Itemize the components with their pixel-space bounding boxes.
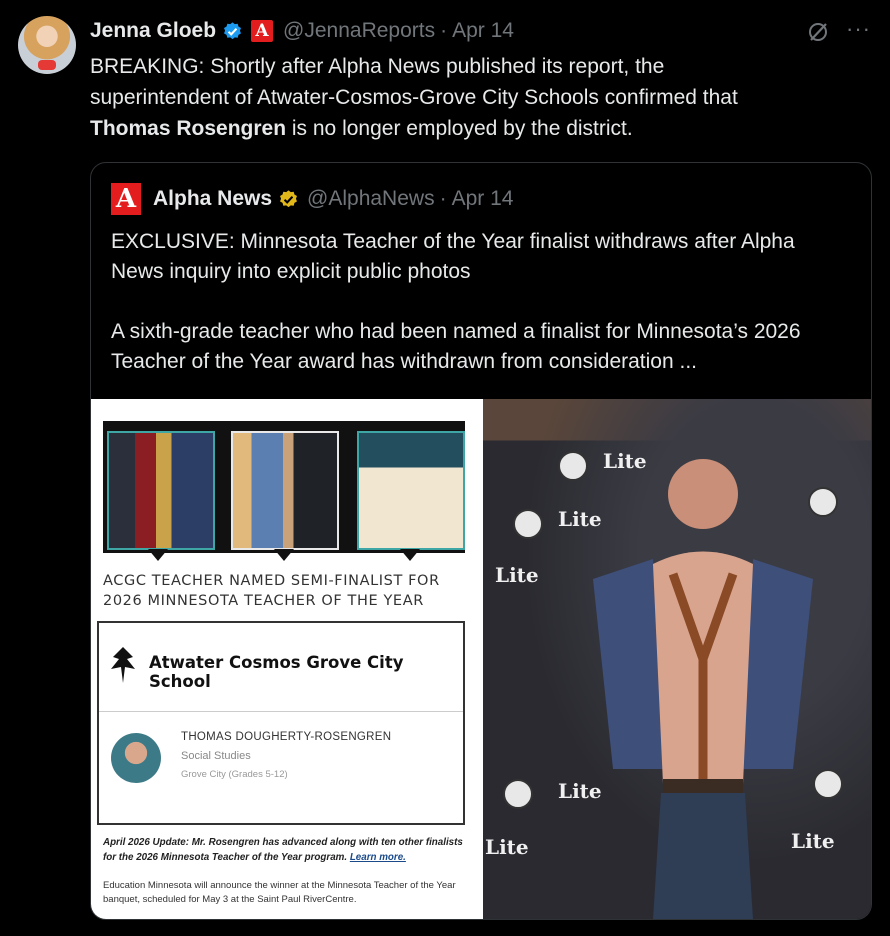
bolt-logo-icon <box>513 509 543 539</box>
photo-costume-reading <box>107 431 215 550</box>
bolt-logo-icon <box>503 779 533 809</box>
teacher-avatar <box>111 733 161 783</box>
article-headline: ACGC TEACHER NAMED SEMI-FINALIST FOR 202… <box>103 573 440 609</box>
quote-paragraph-1: EXCLUSIVE: Minnesota Teacher of the Year… <box>111 230 795 283</box>
learn-more-link: Learn more. <box>349 852 406 863</box>
school-crest-icon <box>111 647 135 683</box>
quote-author-handle[interactable]: @AlphaNews <box>307 187 435 211</box>
verified-badge-icon <box>222 21 243 42</box>
tweet-line-1: BREAKING: Shortly after Alpha News publi… <box>90 55 665 78</box>
teacher-card: Atwater Cosmos Grove City School THOMAS … <box>97 621 465 825</box>
alpha-news-logo-icon: A <box>111 183 141 215</box>
tweet-text: BREAKING: Shortly after Alpha News publi… <box>90 51 860 144</box>
tweet-line-3-rest: is no longer employed by the district. <box>286 117 633 140</box>
sponsor-text: Lite <box>485 835 529 859</box>
update-note: April 2026 Update: Mr. Rosengren has adv… <box>103 835 473 865</box>
separator-dot: · <box>440 19 448 42</box>
quote-paragraph-2: A sixth-grade teacher who had been named… <box>111 320 801 373</box>
update-text: April 2026 Update: Mr. Rosengren has adv… <box>103 837 463 863</box>
quoted-tweet-card[interactable]: A Alpha News @AlphaNews · Apr 14 EXCLUSI… <box>90 162 872 920</box>
media-image-article[interactable]: ACGC TEACHER NAMED SEMI-FINALIST FOR 202… <box>91 399 483 919</box>
media-image-stage-photo[interactable]: Lite Lite Lite Lite Lite Lite <box>483 399 871 919</box>
teacher-location: Grove City (Grades 5-12) <box>181 769 288 780</box>
grok-icon[interactable] <box>806 20 830 44</box>
author-name[interactable]: Jenna Gloeb <box>90 19 216 43</box>
photo-classroom <box>357 431 465 550</box>
photo-pointer <box>148 549 168 561</box>
bolt-logo-icon <box>558 451 588 481</box>
gold-verified-badge-icon <box>278 189 299 210</box>
tweet-header: Jenna Gloeb A @JennaReports · Apr 14 <box>90 16 514 46</box>
bolt-logo-icon <box>813 769 843 799</box>
photo-pointer <box>274 549 294 561</box>
tweet-line-2: superintendent of Atwater-Cosmos-Grove C… <box>90 86 738 109</box>
sponsor-text: Lite <box>495 563 539 587</box>
teacher-name: THOMAS DOUGHERTY-ROSENGREN <box>181 731 392 743</box>
announcement-text: Education Minnesota will announce the wi… <box>103 880 456 905</box>
more-options-icon[interactable]: ··· <box>846 16 871 42</box>
photo-two-teachers <box>231 431 339 550</box>
tweet-date[interactable]: Apr 14 <box>452 19 514 43</box>
affiliation-logo-icon[interactable]: A <box>251 20 274 42</box>
tweet-bold-name: Thomas Rosengren <box>90 117 287 140</box>
photo-pointer <box>400 549 420 561</box>
author-handle[interactable]: @JennaReports <box>283 19 435 43</box>
quote-author-name[interactable]: Alpha News <box>153 187 272 211</box>
school-name: Atwater Cosmos Grove City School <box>149 653 404 691</box>
tweet-line-3: Thomas Rosengren is no longer employed b… <box>90 113 860 144</box>
quote-header: A Alpha News @AlphaNews · Apr 14 <box>111 183 513 215</box>
quote-text: EXCLUSIVE: Minnesota Teacher of the Year… <box>111 227 841 377</box>
author-avatar[interactable] <box>18 16 76 74</box>
teacher-department: Social Studies <box>181 750 251 762</box>
quote-separator-dot: · <box>439 187 447 210</box>
photo-strip <box>103 421 465 561</box>
quote-date[interactable]: Apr 14 <box>452 187 514 211</box>
performer-figure <box>593 459 813 919</box>
school-row: Atwater Cosmos Grove City School <box>99 623 463 712</box>
